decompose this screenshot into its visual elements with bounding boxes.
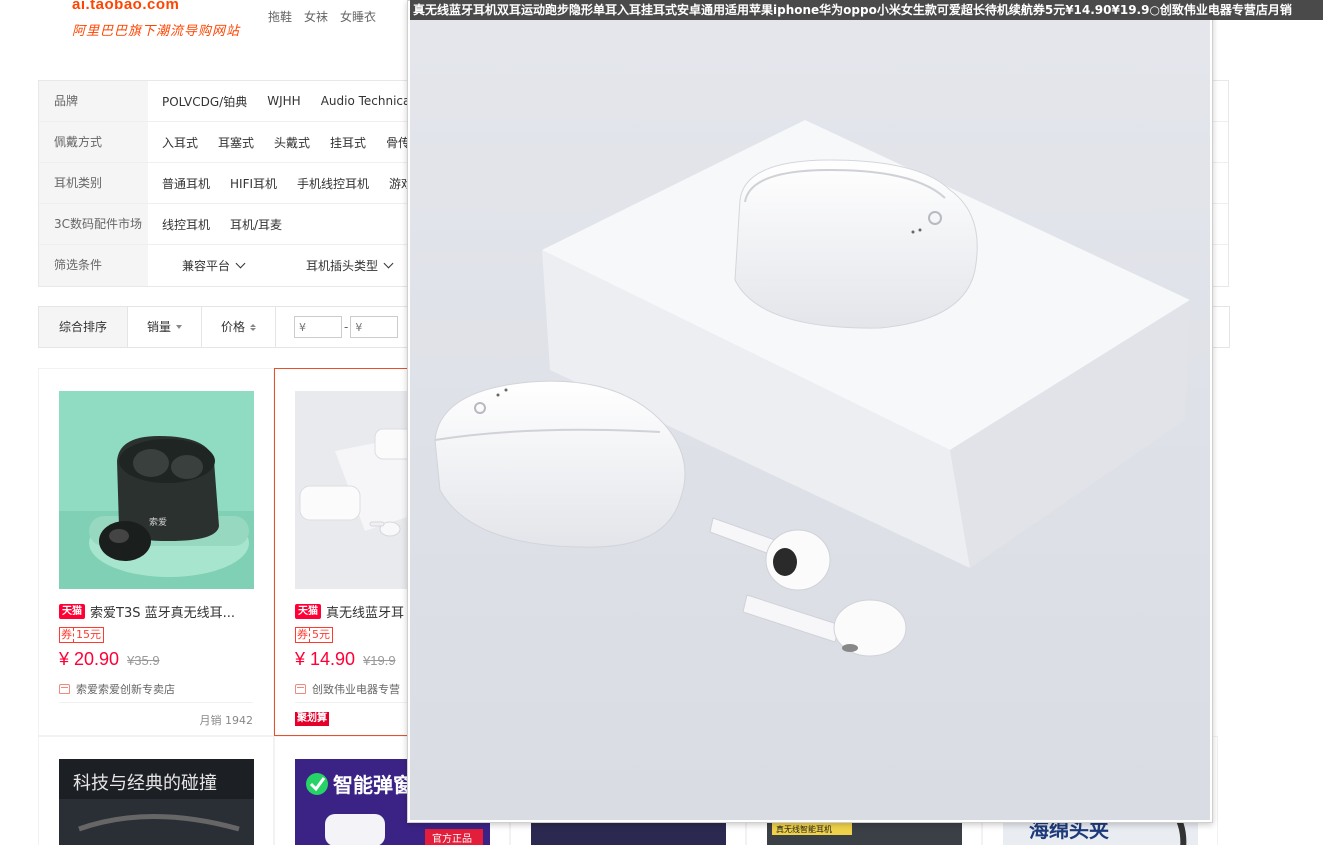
official-tag: 官方正品 (432, 832, 472, 845)
filter-option[interactable]: POLVCDG/铂典 (162, 93, 247, 110)
shop-name: 索爱索爱创新专卖店 (76, 683, 175, 696)
sort-sales-label: 销量 (147, 320, 172, 334)
sort-arrows-icon (250, 323, 257, 331)
chevron-down-icon (235, 258, 246, 269)
juhuasuan-badge: 聚划算 (295, 712, 329, 726)
current-price: ¥ 20.90 (59, 649, 120, 669)
coupon-label: 券 (296, 628, 310, 642)
nav-link-socks[interactable]: 女袜 (298, 8, 334, 26)
sort-default-button[interactable]: 综合排序 (39, 307, 128, 347)
product-title[interactable]: 真无线蓝牙耳 (326, 602, 404, 621)
banner-text: 智能弹窗 (333, 773, 413, 797)
filter-label: 品牌 (39, 81, 148, 121)
filter-option[interactable]: 头戴式 (274, 134, 310, 151)
price-row: ¥ 20.90 ¥35.9 (59, 649, 160, 670)
compat-platform-dropdown[interactable]: 兼容平台 (182, 257, 246, 274)
coupon-badge: 券 15元 (59, 627, 104, 643)
filter-option[interactable]: 线控耳机 (162, 216, 210, 233)
sort-sales-button[interactable]: 销量 (128, 307, 203, 347)
price-max-input[interactable] (350, 316, 399, 338)
tmall-badge: 天猫 (295, 604, 321, 619)
nav-link-slippers[interactable]: 拖鞋 (262, 8, 298, 26)
plug-type-dropdown[interactable]: 耳机插头类型 (306, 257, 394, 274)
svg-text:索爱: 索爱 (149, 516, 167, 528)
page: ai.taobao.com 阿里巴巴旗下潮流导购网站 拖鞋 女袜 女睡衣 品牌 … (0, 0, 1323, 845)
preview-title-tooltip: 真无线蓝牙耳机双耳运动跑步隐形单耳入耳挂耳式安卓通用适用苹果iphone华为op… (410, 0, 1323, 20)
logo-slogan: 阿里巴巴旗下潮流导购网站 (72, 24, 241, 39)
nav-link-pajamas[interactable]: 女睡衣 (334, 8, 382, 26)
caret-down-icon (176, 325, 183, 329)
preview-image (410, 20, 1210, 820)
price-range-dash: - (344, 320, 349, 334)
product-image[interactable]: 索爱 (59, 391, 254, 589)
filter-option[interactable]: Audio Technica/ (321, 94, 415, 108)
banner-text: 真无线智能耳机 (776, 824, 832, 834)
coupon-value: 5元 (312, 628, 330, 641)
sort-price-label: 价格 (221, 320, 246, 334)
filter-option[interactable]: HIFI耳机 (230, 175, 277, 192)
product-title-row: 天猫 索爱T3S 蓝牙真无线耳... (59, 602, 259, 621)
tmall-badge: 天猫 (59, 604, 85, 619)
chevron-down-icon (383, 258, 394, 269)
filter-option[interactable]: 普通耳机 (162, 175, 210, 192)
current-price: ¥ 14.90 (295, 649, 356, 669)
filter-label: 3C数码配件市场 (39, 204, 148, 244)
coupon-label: 券 (60, 628, 74, 642)
shop-icon (59, 684, 70, 694)
banner-text: 科技与经典的碰撞 (73, 773, 217, 794)
sort-price-button[interactable]: 价格 (202, 307, 277, 347)
coupon-value: 15元 (76, 628, 101, 641)
original-price: ¥19.9 (363, 653, 396, 668)
filter-option[interactable]: 耳塞式 (218, 134, 254, 151)
shop-row[interactable]: 创致伟业电器专营 (295, 681, 400, 697)
filter-option[interactable]: 挂耳式 (330, 134, 366, 151)
original-price: ¥35.9 (127, 653, 160, 668)
shop-row[interactable]: 索爱索爱创新专卖店 (59, 681, 175, 697)
price-min-input[interactable] (294, 316, 343, 338)
price-range: - (276, 316, 399, 338)
product-card[interactable]: 科技与经典的碰撞 (38, 736, 274, 845)
dropdown-label: 耳机插头类型 (306, 259, 379, 273)
filter-option[interactable]: WJHH (267, 94, 300, 108)
top-nav: 拖鞋 女袜 女睡衣 (262, 8, 382, 26)
price-row: ¥ 14.90 ¥19.9 (295, 649, 396, 670)
filter-label: 佩戴方式 (39, 122, 148, 162)
filter-option[interactable]: 入耳式 (162, 134, 198, 151)
dropdown-label: 兼容平台 (182, 259, 231, 273)
filter-label: 耳机类别 (39, 163, 148, 203)
coupon-badge: 券 5元 (295, 627, 333, 643)
filter-option[interactable]: 手机线控耳机 (297, 175, 369, 192)
filter-option[interactable]: 耳机/耳麦 (230, 216, 282, 233)
product-title[interactable]: 索爱T3S 蓝牙真无线耳... (90, 602, 235, 621)
divider (59, 702, 253, 703)
shop-name: 创致伟业电器专营 (312, 683, 400, 696)
monthly-sales: 月销 1942 (199, 714, 254, 727)
shop-icon (295, 684, 306, 694)
filter-label: 筛选条件 (39, 245, 148, 286)
product-card[interactable]: 索爱 天猫 索爱T3S 蓝牙真无线耳... 券 15元 ¥ 20.90 ¥35.… (38, 368, 274, 736)
product-image[interactable]: 科技与经典的碰撞 (59, 759, 254, 845)
logo-url[interactable]: ai.taobao.com (72, 0, 179, 13)
